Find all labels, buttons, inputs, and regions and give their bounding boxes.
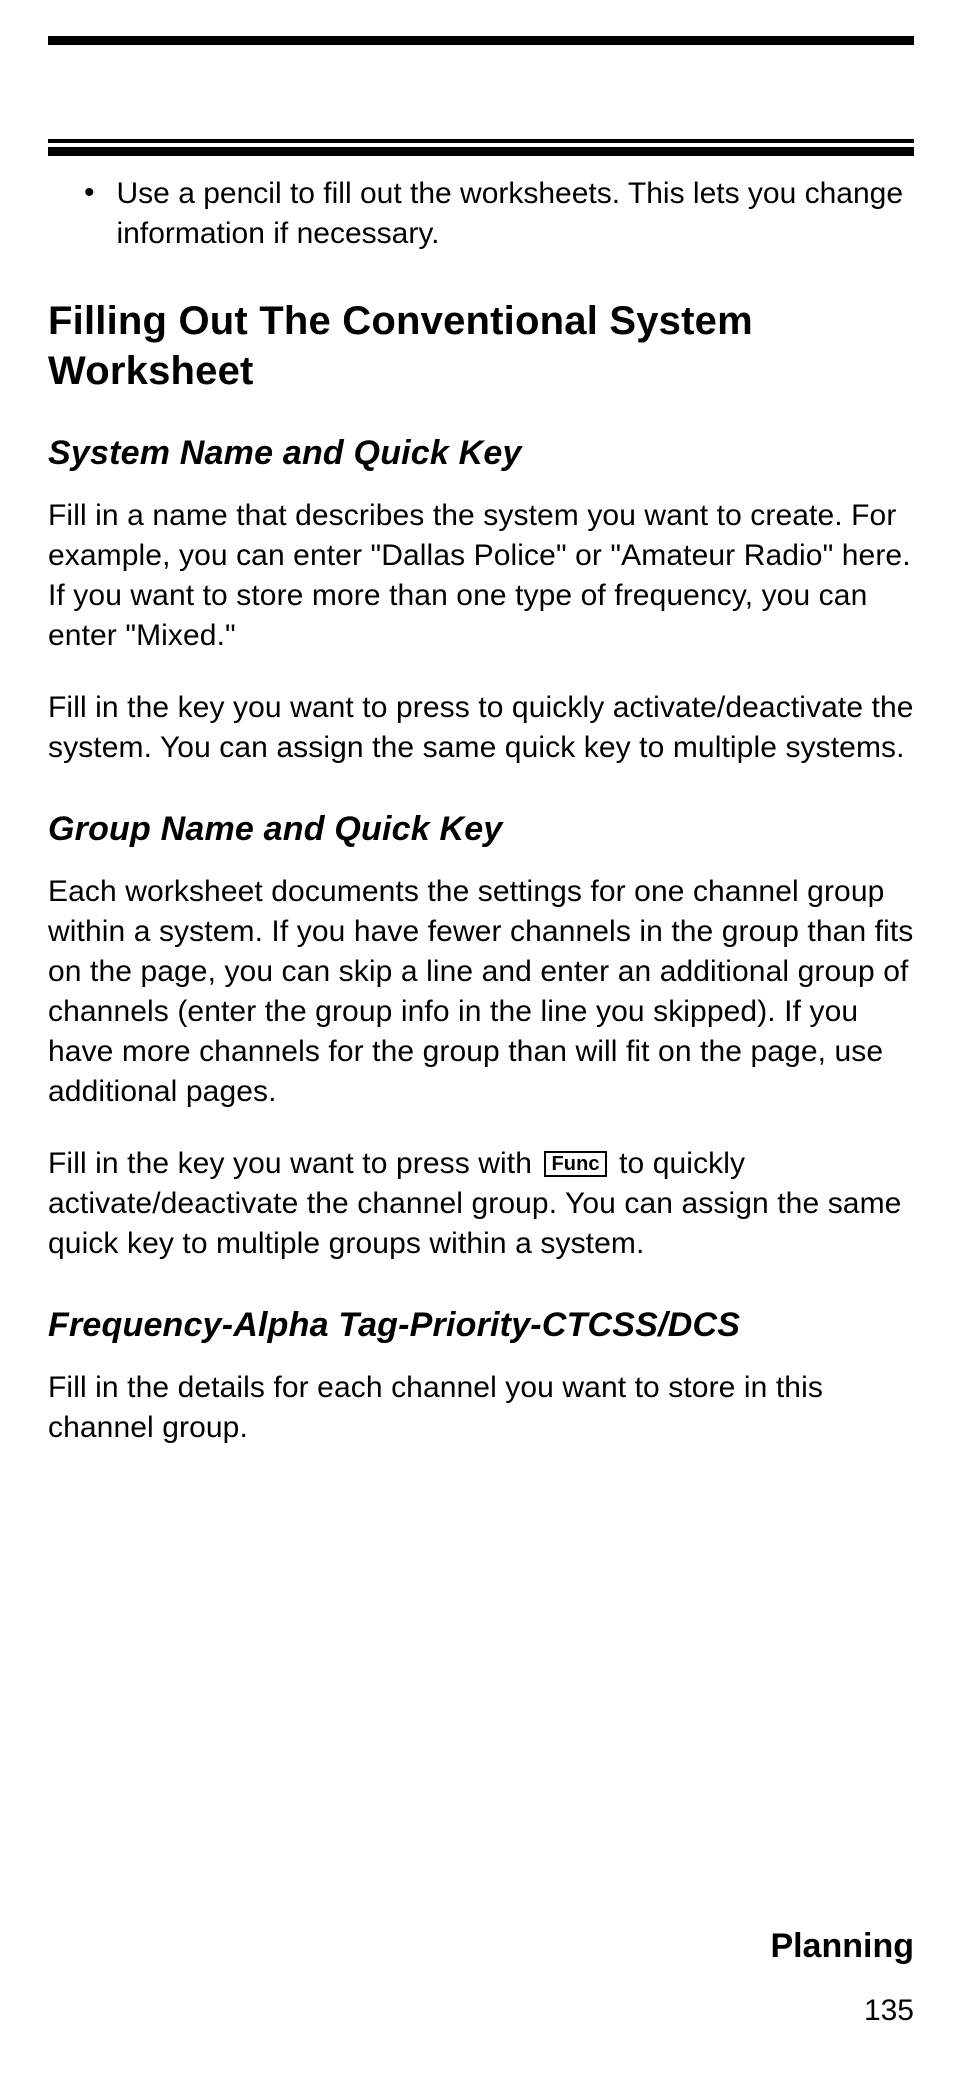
subheading-frequency: Frequency-Alpha Tag-Priority-CTCSS/DCS (48, 1304, 914, 1346)
bullet-dot-icon: • (84, 174, 95, 212)
header-rule-group (48, 139, 914, 156)
header-rule-upper (48, 139, 914, 143)
heading-main: Filling Out The Conventional System Work… (48, 296, 914, 396)
section-frequency: Frequency-Alpha Tag-Priority-CTCSS/DCS F… (48, 1304, 914, 1448)
footer-section-title: Planning (770, 1927, 914, 1966)
text-before-key: Fill in the key you want to press with (48, 1147, 540, 1180)
paragraph: Fill in the key you want to press to qui… (48, 688, 914, 768)
bullet-text: Use a pencil to fill out the worksheets.… (117, 174, 914, 254)
page-footer: Planning 135 (770, 1927, 914, 2028)
func-key-label: Func (544, 1151, 606, 1177)
subheading-group-name: Group Name and Quick Key (48, 808, 914, 850)
header-rule-lower (48, 147, 914, 156)
top-rule-thick (48, 36, 914, 45)
paragraph-with-key: Fill in the key you want to press with F… (48, 1144, 914, 1264)
paragraph: Fill in the details for each channel you… (48, 1368, 914, 1448)
footer-page-number: 135 (770, 1994, 914, 2028)
bullet-item: • Use a pencil to fill out the worksheet… (48, 174, 914, 254)
section-group-name: Group Name and Quick Key Each worksheet … (48, 808, 914, 1264)
section-system-name: System Name and Quick Key Fill in a name… (48, 432, 914, 768)
paragraph: Each worksheet documents the settings fo… (48, 872, 914, 1112)
paragraph: Fill in a name that describes the system… (48, 496, 914, 656)
subheading-system-name: System Name and Quick Key (48, 432, 914, 474)
document-page: • Use a pencil to fill out the worksheet… (0, 0, 954, 2084)
